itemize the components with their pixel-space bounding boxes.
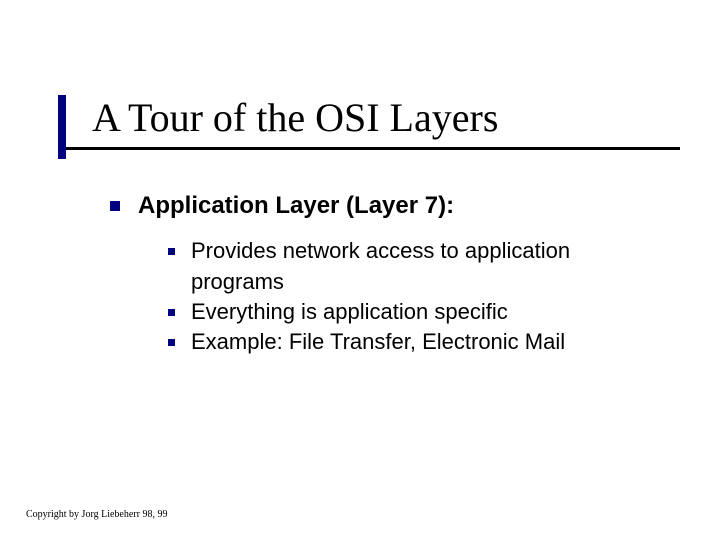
bullet-level1: Application Layer (Layer 7):	[110, 190, 660, 222]
title-block: A Tour of the OSI Layers	[58, 95, 680, 150]
bullet-level2-text: Provides network access to application p…	[191, 236, 660, 297]
copyright-footer: Copyright by Jorg Liebeherr 98, 99	[26, 509, 167, 520]
slide: A Tour of the OSI Layers Application Lay…	[0, 0, 720, 540]
bullet-level1-text: Application Layer (Layer 7):	[138, 190, 454, 222]
bullet-level2-group: Provides network access to application p…	[168, 236, 660, 357]
bullet-level2: Example: File Transfer, Electronic Mail	[168, 327, 660, 357]
bullet-level2-text: Example: File Transfer, Electronic Mail	[191, 327, 565, 357]
title-underline	[58, 147, 680, 150]
square-bullet-icon	[168, 339, 175, 346]
slide-title: A Tour of the OSI Layers	[58, 95, 680, 141]
bullet-level2: Provides network access to application p…	[168, 236, 660, 297]
bullet-level2-text: Everything is application specific	[191, 297, 508, 327]
bullet-level2: Everything is application specific	[168, 297, 660, 327]
square-bullet-icon	[168, 248, 175, 255]
title-accent-bar	[58, 95, 66, 159]
square-bullet-icon	[168, 309, 175, 316]
square-bullet-icon	[110, 201, 120, 211]
slide-body: Application Layer (Layer 7): Provides ne…	[110, 190, 660, 358]
